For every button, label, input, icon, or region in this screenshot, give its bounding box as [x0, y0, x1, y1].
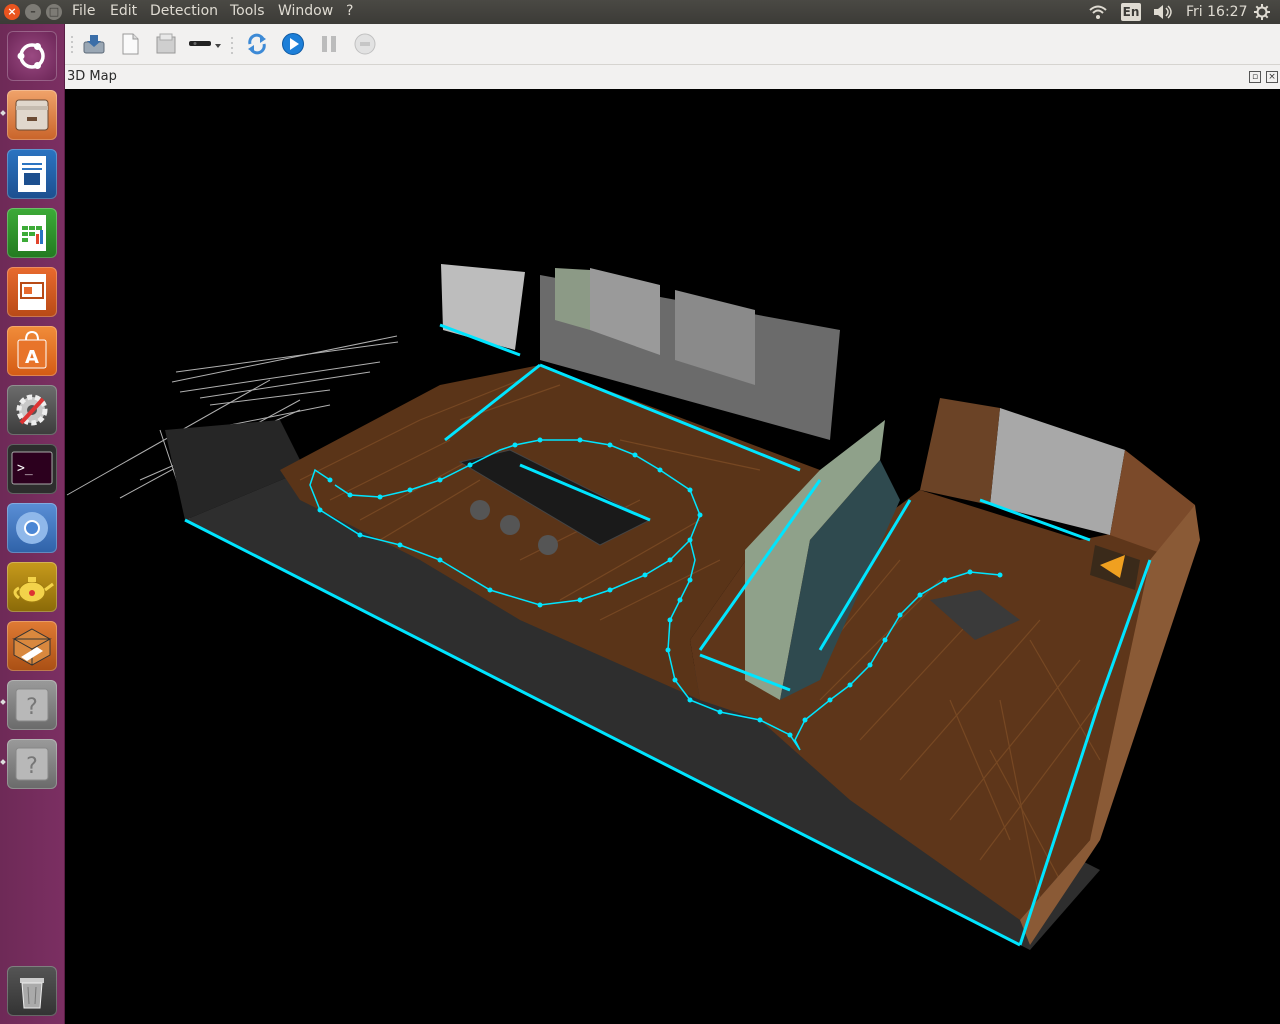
toolbar-separator: [231, 37, 233, 54]
wall-panel-right-brown: [920, 398, 1000, 505]
unknown-app-icon[interactable]: ?: [7, 739, 57, 789]
dock-float-button[interactable]: ▫: [1249, 71, 1261, 83]
launcher: A >_ ? ?: [0, 24, 65, 1024]
pause-icon[interactable]: [317, 32, 341, 56]
svg-text:>_: >_: [17, 461, 33, 476]
teapot-icon[interactable]: [7, 562, 57, 612]
system-settings-icon[interactable]: [7, 385, 57, 435]
files-icon[interactable]: [7, 90, 57, 140]
svg-text:?: ?: [26, 754, 38, 779]
wall-panel-green: [555, 268, 590, 330]
refresh-icon[interactable]: [245, 32, 269, 56]
impress-icon[interactable]: [7, 267, 57, 317]
close-window-button[interactable]: ×: [4, 4, 20, 20]
stop-icon[interactable]: [353, 32, 377, 56]
wall-panel-right: [990, 408, 1125, 535]
terminal-icon[interactable]: >_: [7, 444, 57, 494]
camera-source-icon[interactable]: [187, 38, 223, 52]
dock-title-bar: 3D Map ▫ ×: [65, 65, 1280, 89]
trash-icon[interactable]: [7, 966, 57, 1016]
point-cloud-render[interactable]: [65, 89, 1280, 1024]
chromium-icon[interactable]: [7, 503, 57, 553]
svg-text:A: A: [25, 347, 39, 368]
clock[interactable]: Fri 16:27: [1186, 4, 1247, 20]
maximize-window-button[interactable]: □: [46, 4, 62, 20]
menu-help[interactable]: ?: [346, 3, 353, 19]
dock-close-button[interactable]: ×: [1266, 71, 1278, 83]
menu-detection[interactable]: Detection: [150, 3, 218, 19]
unknown-app-icon[interactable]: ?: [7, 680, 57, 730]
toolbar-handle[interactable]: [69, 34, 75, 56]
wifi-icon[interactable]: [1088, 4, 1108, 20]
minimize-window-button[interactable]: –: [25, 4, 41, 20]
wall-panel-left: [441, 264, 525, 350]
open-database-icon[interactable]: [82, 32, 106, 56]
box-icon[interactable]: [7, 621, 57, 671]
ubuntu-dash-icon[interactable]: [7, 31, 57, 81]
new-database-icon[interactable]: [118, 32, 142, 56]
svg-text:?: ?: [26, 695, 38, 720]
toolbar: [65, 24, 1280, 65]
menu-edit[interactable]: Edit: [110, 3, 137, 19]
menu-tools[interactable]: Tools: [230, 3, 265, 19]
3d-map-view[interactable]: [65, 89, 1280, 1024]
close-database-icon[interactable]: [154, 32, 178, 56]
volume-icon[interactable]: [1152, 4, 1174, 20]
keyboard-layout-indicator[interactable]: En: [1121, 3, 1141, 21]
dock-title: 3D Map: [67, 69, 117, 84]
top-panel: × – □ File Edit Detection Tools Window ?…: [0, 0, 1280, 24]
software-center-icon[interactable]: A: [7, 326, 57, 376]
menu-file[interactable]: File: [72, 3, 95, 19]
menu-window[interactable]: Window: [278, 3, 333, 19]
writer-icon[interactable]: [7, 149, 57, 199]
calc-icon[interactable]: [7, 208, 57, 258]
gear-icon[interactable]: [1254, 4, 1270, 20]
start-icon[interactable]: [281, 32, 305, 56]
